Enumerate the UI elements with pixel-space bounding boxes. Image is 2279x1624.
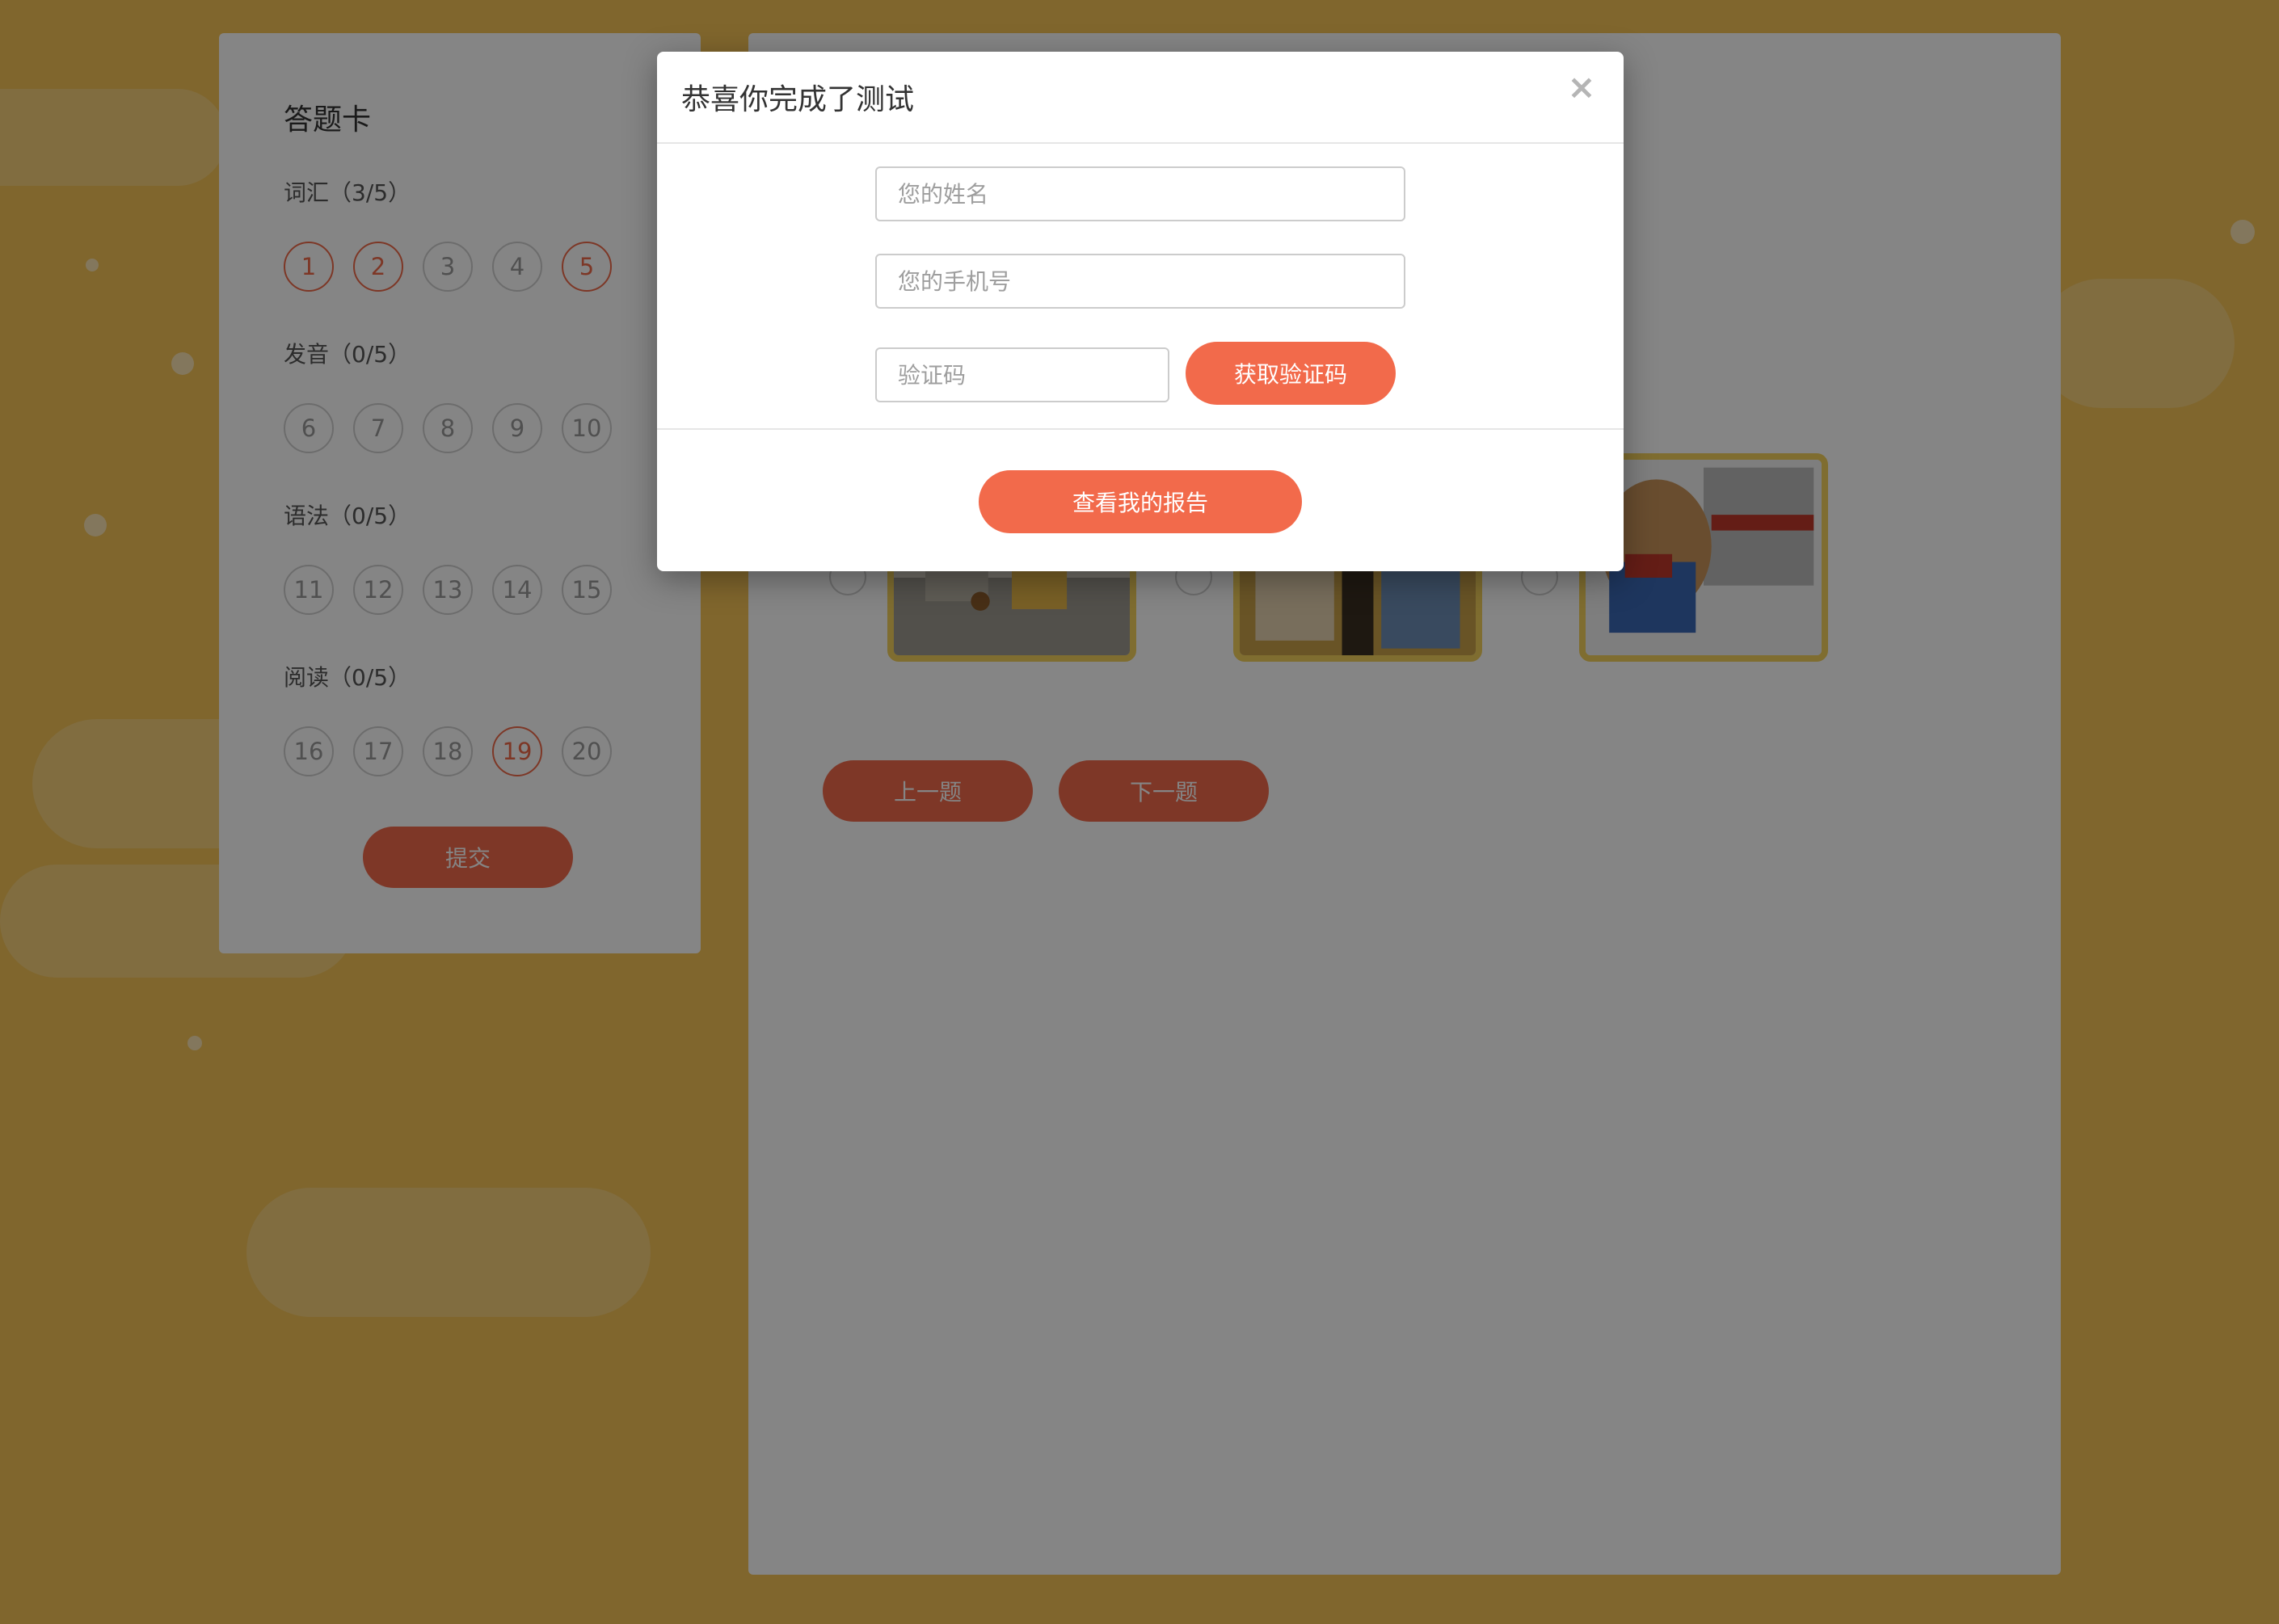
modal-title: 恭喜你完成了测试 [681,83,915,116]
completion-modal: 恭喜你完成了测试 × 获取验证码 查看我的报告 [657,52,1624,571]
modal-header: 恭喜你完成了测试 × [657,52,1624,144]
phone-input[interactable] [875,254,1405,309]
verification-code-input[interactable] [875,347,1169,402]
get-verification-code-button[interactable]: 获取验证码 [1186,342,1396,405]
view-report-button[interactable]: 查看我的报告 [979,470,1302,533]
name-input[interactable] [875,166,1405,221]
close-icon[interactable]: × [1564,69,1599,105]
modal-divider [657,428,1624,430]
